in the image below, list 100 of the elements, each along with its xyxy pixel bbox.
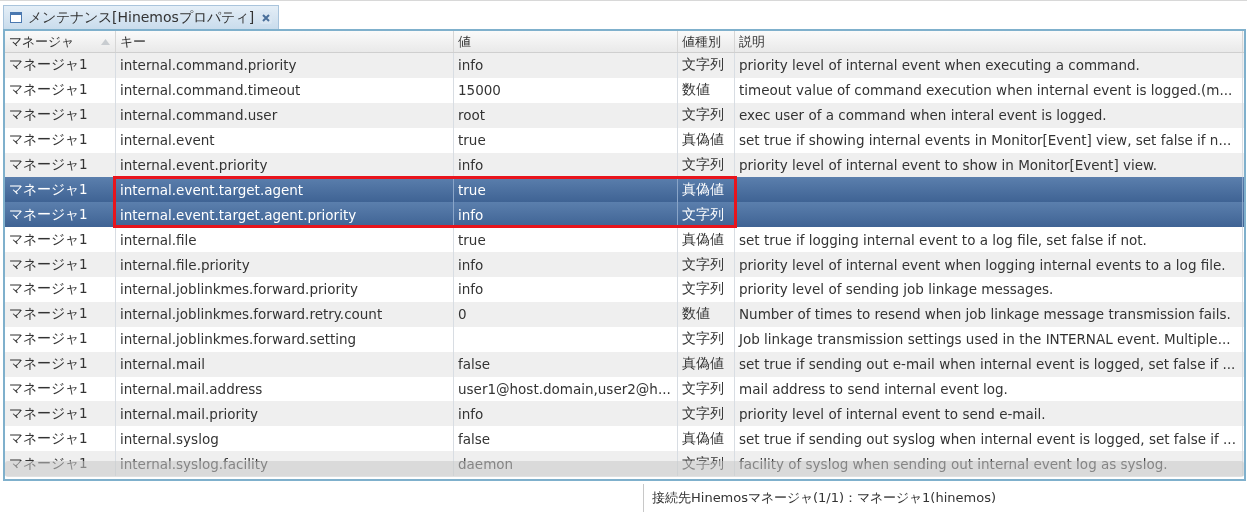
- table-cell: 真偽値: [682, 355, 724, 374]
- table-cell: 真偽値: [682, 230, 724, 249]
- table-cell: info: [458, 206, 484, 223]
- table-cell: マネージャ1: [9, 106, 88, 125]
- table-cell: マネージャ1: [9, 180, 88, 199]
- column-header[interactable]: キー: [116, 31, 454, 52]
- table-cell: daemon: [458, 455, 514, 472]
- table-cell: internal.file: [120, 231, 197, 248]
- table-cell: 0: [458, 306, 467, 323]
- table-cell: internal.mail.address: [120, 381, 263, 397]
- table-cell: facility of syslog when sending out internal event log as syslog.: [739, 455, 1168, 472]
- table-cell: priority level of internal event to send e-mail.: [739, 405, 1046, 422]
- table-row[interactable]: マネージャ1 internal.joblinkmes.forward.retry.count 0 数値 Number of times to resend when job linkage message transmission fails.: [5, 301, 1244, 327]
- table-cell: info: [458, 405, 484, 422]
- table-row[interactable]: マネージャ1 internal.event.target.agent true 真偽値: [5, 177, 1244, 203]
- table-cell: internal.syslog: [120, 430, 219, 447]
- table-cell: Number of times to resend when job linkage message transmission fails.: [739, 306, 1231, 323]
- table-cell: set true if logging internal event to a log file, set false if not.: [739, 231, 1147, 248]
- table-cell: 数値: [682, 81, 710, 100]
- table-cell: set true if sending out e-mail when internal event is logged, set false if ...: [739, 356, 1236, 373]
- table-cell: マネージャ1: [9, 404, 88, 423]
- table-cell: 文字列: [682, 330, 724, 349]
- table-cell: 文字列: [682, 280, 724, 299]
- table-cell: 文字列: [682, 205, 724, 224]
- window-icon: [10, 12, 22, 23]
- table-cell: マネージャ1: [9, 131, 88, 150]
- view-tab[interactable]: メンテナンス[Hinemosプロパティ]: [3, 5, 280, 29]
- table-row[interactable]: マネージャ1 internal.command.user root 文字列 exec user of a command when interal event is logged.: [5, 102, 1244, 128]
- table-cell: internal.event: [120, 132, 215, 149]
- table-cell: internal.event.target.agent.priority: [120, 206, 357, 223]
- table-cell: internal.command.priority: [120, 57, 297, 74]
- table-cell: internal.command.timeout: [120, 82, 301, 99]
- column-header[interactable]: マネージャ: [5, 31, 116, 52]
- table-cell: マネージャ1: [9, 355, 88, 374]
- table-cell: set true if sending out syslog when internal event is logged, set false if ...: [739, 430, 1236, 447]
- table-cell: internal.command.user: [120, 107, 278, 124]
- table-cell: internal.event.priority: [120, 157, 268, 173]
- table-cell: 真偽値: [682, 180, 724, 199]
- table-cell: 文字列: [682, 56, 724, 75]
- close-icon[interactable]: [260, 11, 273, 24]
- table-cell: マネージャ1: [9, 230, 88, 249]
- table-cell: info: [458, 157, 484, 173]
- table-row[interactable]: マネージャ1 internal.command.priority info 文字列 priority level of internal event when executing a command.: [5, 53, 1244, 78]
- table-cell: internal.mail.priority: [120, 405, 259, 422]
- table-cell: マネージャ1: [9, 454, 88, 473]
- table-cell: マネージャ1: [9, 205, 88, 224]
- table-cell: priority level of internal event when executing a command.: [739, 57, 1140, 74]
- table-cell: mail address to send internal event log.: [739, 381, 1008, 397]
- table-cell: false: [458, 430, 491, 447]
- table-cell: internal.syslog.facility: [120, 455, 268, 472]
- table-cell: internal.mail: [120, 356, 205, 373]
- table-cell: マネージャ1: [9, 305, 88, 324]
- table-row[interactable]: マネージャ1 internal.mail false 真偽値 set true if sending out e-mail when internal event is logged, set false if ...: [5, 351, 1244, 377]
- column-header[interactable]: 値種別: [678, 31, 735, 52]
- table-cell: timeout value of command execution when internal event is logged.(m...: [739, 82, 1233, 99]
- table-cell: internal.joblinkmes.forward.setting: [120, 331, 357, 348]
- table-cell: set true if showing internal events in Monitor[Event] view, set false if n...: [739, 132, 1232, 149]
- tab-title: メンテナンス[Hinemosプロパティ]: [28, 8, 255, 27]
- table-cell: info: [458, 281, 484, 298]
- table-cell: 15000: [458, 82, 501, 99]
- table-cell: internal.event.target.agent: [120, 181, 304, 198]
- table-cell: マネージャ1: [9, 330, 88, 349]
- table-cell: priority level of internal event to show in Monitor[Event] view.: [739, 157, 1158, 173]
- table-row[interactable]: マネージャ1 internal.event.target.agent.priority info 文字列: [5, 202, 1244, 228]
- table-cell: マネージャ1: [9, 81, 88, 100]
- table-cell: マネージャ1: [9, 380, 88, 398]
- status-text: 接続先Hinemosマネージャ(1/1)：マネージャ1(hinemos): [643, 483, 996, 512]
- table-cell: 文字列: [682, 404, 724, 423]
- table-cell: true: [458, 231, 486, 248]
- table-row[interactable]: マネージャ1 internal.mail.priority info 文字列 priority level of internal event to send e-mail.: [5, 401, 1244, 427]
- table-cell: 文字列: [682, 156, 724, 174]
- table-cell: info: [458, 256, 484, 273]
- column-header[interactable]: 値: [454, 31, 678, 52]
- table-cell: マネージャ1: [9, 280, 88, 299]
- table-cell: 文字列: [682, 106, 724, 125]
- table-cell: 文字列: [682, 380, 724, 398]
- table-cell: internal.joblinkmes.forward.retry.count: [120, 306, 383, 323]
- table-cell: exec user of a command when interal event is logged.: [739, 107, 1107, 124]
- table-cell: true: [458, 132, 486, 149]
- table-cell: マネージャ1: [9, 56, 88, 75]
- table-cell: info: [458, 57, 484, 74]
- table-cell: root: [458, 107, 486, 124]
- table-cell: priority level of internal event when logging internal events to a log file.: [739, 256, 1226, 273]
- table-cell: true: [458, 181, 486, 198]
- table-row[interactable]: マネージャ1 internal.file.priority info 文字列 priority level of internal event when logging internal events to a log file.: [5, 252, 1244, 277]
- table-cell: マネージャ1: [9, 156, 88, 174]
- table-cell: 文字列: [682, 454, 724, 473]
- table-cell: false: [458, 356, 491, 373]
- table-cell: internal.joblinkmes.forward.priority: [120, 281, 359, 298]
- table-cell: user1@host.domain,user2@h...: [458, 381, 671, 397]
- table-cell: 文字列: [682, 255, 724, 274]
- table-cell: 数値: [682, 305, 710, 324]
- table-cell: マネージャ1: [9, 255, 88, 274]
- column-header[interactable]: 説明: [735, 31, 1243, 52]
- table-cell: 真偽値: [682, 429, 724, 448]
- table-cell: priority level of sending job linkage messages.: [739, 281, 1054, 298]
- table-cell: マネージャ1: [9, 429, 88, 448]
- table-cell: 真偽値: [682, 131, 724, 150]
- table-cell: internal.file.priority: [120, 256, 250, 273]
- table-cell: Job linkage transmission settings used in the INTERNAL event. Multiple...: [739, 331, 1231, 348]
